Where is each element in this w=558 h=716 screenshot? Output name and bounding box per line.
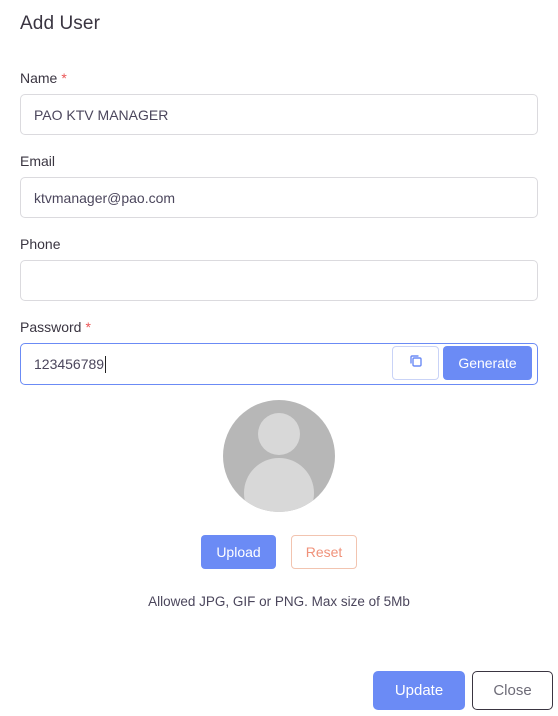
email-input[interactable]: ktvmanager@pao.com [20, 177, 538, 218]
upload-hint-text: Allowed JPG, GIF or PNG. Max size of 5Mb [148, 594, 410, 609]
name-label: Name [20, 70, 58, 86]
email-label: Email [20, 153, 56, 169]
phone-input[interactable] [20, 260, 538, 301]
copy-icon [409, 354, 423, 373]
avatar-body-shape [244, 458, 314, 512]
close-button[interactable]: Close [472, 671, 553, 710]
password-required-mark: * [85, 319, 91, 335]
generate-password-button[interactable]: Generate [443, 346, 532, 380]
add-user-dialog: Add User Name * PAO KTV MANAGER Email ktv… [0, 0, 558, 716]
name-required-mark: * [61, 70, 67, 86]
password-input-value: 123456789 [34, 356, 105, 372]
password-label: Password [20, 319, 82, 335]
dialog-title: Add User [20, 13, 101, 34]
text-caret [105, 355, 107, 373]
phone-label: Phone [20, 236, 61, 252]
user-avatar-placeholder [223, 400, 335, 512]
reset-avatar-button[interactable]: Reset [291, 535, 357, 569]
avatar-head-shape [258, 413, 300, 455]
name-label-wrap: Name * [20, 70, 67, 86]
upload-avatar-button[interactable]: Upload [201, 535, 276, 569]
password-label-wrap: Password * [20, 319, 91, 335]
email-input-value: ktvmanager@pao.com [34, 189, 176, 206]
update-button[interactable]: Update [373, 671, 465, 710]
name-input-value: PAO KTV MANAGER [34, 106, 169, 123]
name-input[interactable]: PAO KTV MANAGER [20, 94, 538, 135]
copy-password-button[interactable] [392, 346, 439, 380]
password-input-text: 123456789 [34, 355, 107, 373]
